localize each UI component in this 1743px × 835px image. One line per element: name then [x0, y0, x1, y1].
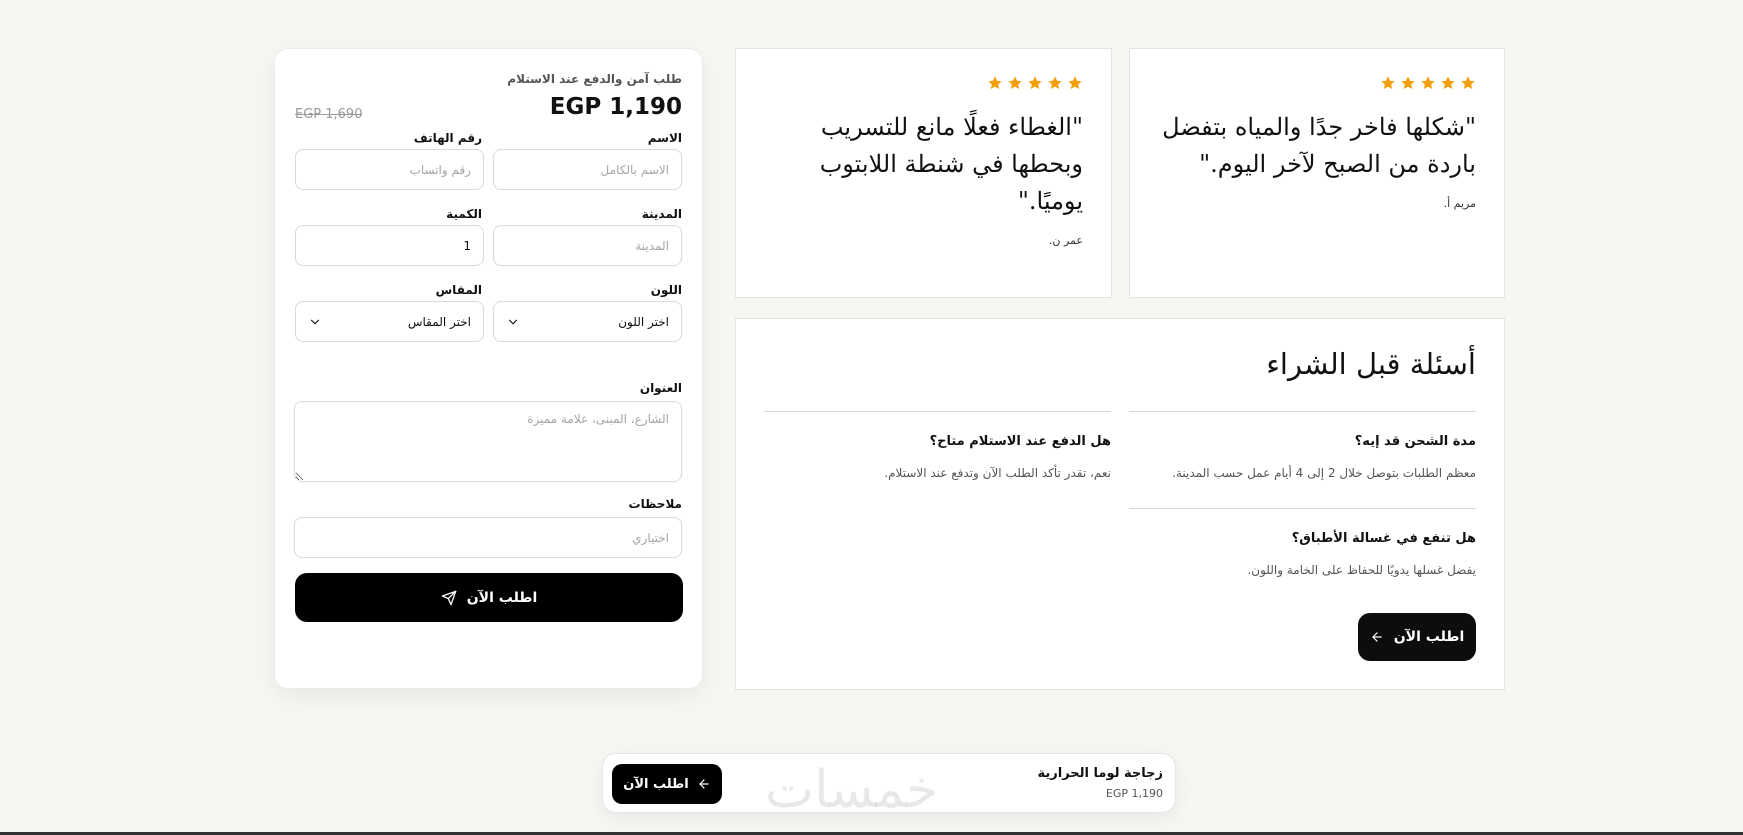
review-quote: "شكلها فاخر جدًا والمياه بتفضل باردة من … [1162, 113, 1476, 178]
sticky-order-button[interactable]: اطلب الآن [612, 764, 722, 804]
sticky-order-label: اطلب الآن [623, 776, 689, 792]
faq-question: مدة الشحن قد إيه؟ [1354, 434, 1476, 449]
review-author: مريم أ. [1443, 197, 1476, 210]
faq-section: أسئلة قبل الشراء مدة الشحن قد إيه؟ معظم … [735, 318, 1505, 690]
rating-stars [1158, 75, 1476, 91]
faq-answer: نعم، تقدر تأكد الطلب الآن وتدفع عند الاس… [884, 466, 1111, 480]
star-icon [1441, 76, 1455, 89]
color-select[interactable]: اختر اللون [493, 301, 682, 342]
faq-title: أسئلة قبل الشراء [1266, 347, 1476, 381]
phone-label: رقم الهاتف [413, 131, 482, 145]
color-select-value: اختر اللون [618, 314, 669, 329]
faq-answer: يفضل غسلها يدويًا للحفاظ على الخامة والل… [1247, 563, 1476, 577]
review-quote: "الغطاء فعلًا مانع للتسريب وبحطها في شنط… [819, 113, 1083, 215]
submit-order-button[interactable]: اطلب الآن [295, 573, 683, 622]
name-input[interactable] [493, 149, 682, 190]
star-icon [1401, 76, 1415, 89]
faq-question: هل تنفع في غسالة الأطباق؟ [1291, 531, 1476, 546]
faq-item: هل تنفع في غسالة الأطباق؟ يفضل غسلها يدو… [1129, 508, 1476, 577]
faq-answer: معظم الطلبات بتوصل خلال 2 إلى 4 أيام عمل… [1172, 466, 1476, 480]
notes-input[interactable] [294, 517, 682, 558]
order-form-subtitle: طلب آمن والدفع عند الاستلام [507, 72, 682, 86]
old-price: EGP 1,690 [295, 107, 363, 122]
quantity-label: الكمية [446, 207, 482, 221]
current-price: EGP 1,190 [549, 94, 682, 120]
star-icon [1461, 76, 1475, 89]
chevron-down-icon [508, 319, 518, 324]
arrow-left-icon [699, 779, 709, 789]
sticky-product-name: زجاجة لوما الحرارية [1037, 766, 1164, 781]
city-input[interactable] [493, 225, 682, 266]
size-select[interactable]: اختر المقاس [295, 301, 484, 342]
quantity-input[interactable] [295, 225, 484, 266]
faq-item: مدة الشحن قد إيه؟ معظم الطلبات بتوصل خلا… [1129, 411, 1476, 480]
size-label: المقاس [435, 283, 482, 297]
faq-order-label: اطلب الآن [1393, 629, 1465, 645]
sticky-product-price: EGP 1,190 [1105, 787, 1163, 800]
notes-label: ملاحظات [628, 497, 682, 511]
star-icon [1381, 76, 1395, 89]
star-icon [1068, 76, 1082, 89]
faq-question: هل الدفع عند الاستلام متاح؟ [929, 434, 1111, 449]
submit-order-label: اطلب الآن [466, 589, 538, 606]
review-card: "الغطاء فعلًا مانع للتسريب وبحطها في شنط… [735, 48, 1112, 298]
star-icon [988, 76, 1002, 89]
city-label: المدينة [641, 207, 682, 221]
size-select-value: اختر المقاس [407, 314, 471, 329]
address-textarea[interactable] [294, 401, 682, 482]
watermark: خمسات [765, 760, 939, 820]
send-icon [441, 590, 457, 605]
color-label: اللون [650, 283, 682, 297]
review-author: عمر ن. [1048, 234, 1083, 247]
star-icon [1048, 76, 1062, 89]
chevron-down-icon [310, 319, 320, 324]
address-label: العنوان [639, 381, 682, 395]
phone-input[interactable] [295, 149, 484, 190]
faq-order-button[interactable]: اطلب الآن [1358, 613, 1476, 661]
star-icon [1028, 76, 1042, 89]
star-icon [1008, 76, 1022, 89]
review-card: "شكلها فاخر جدًا والمياه بتفضل باردة من … [1129, 48, 1505, 298]
star-icon [1421, 76, 1435, 89]
arrow-left-icon [1372, 632, 1382, 642]
faq-item: هل الدفع عند الاستلام متاح؟ نعم، تقدر تأ… [764, 411, 1111, 480]
rating-stars [764, 75, 1083, 91]
name-label: الاسم [647, 131, 682, 145]
order-form-card: طلب آمن والدفع عند الاستلام EGP 1,190 EG… [274, 48, 703, 689]
